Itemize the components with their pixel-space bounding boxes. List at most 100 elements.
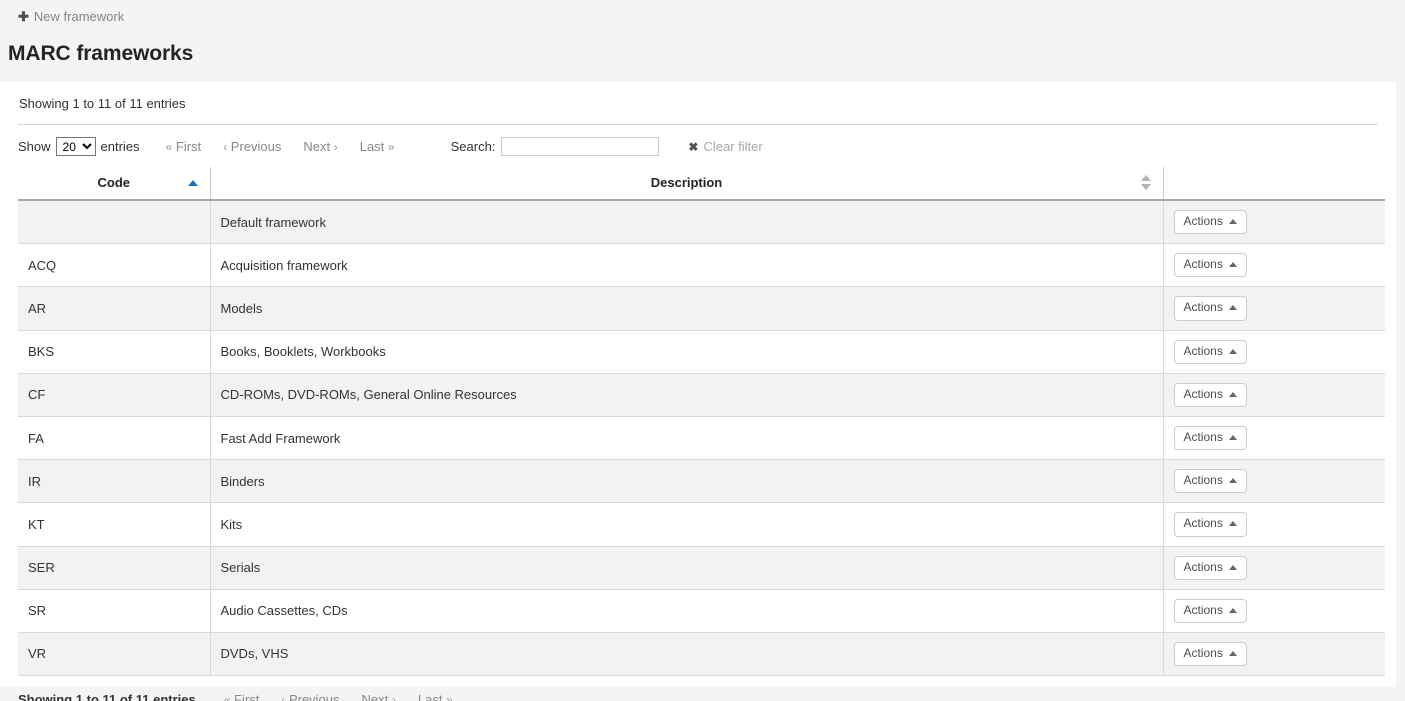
actions-button[interactable]: Actions — [1173, 339, 1247, 364]
actions-button-label: Actions — [1183, 602, 1223, 617]
cell-code: KT — [18, 502, 211, 547]
actions-button[interactable]: Actions — [1173, 641, 1247, 667]
actions-button[interactable]: Actions — [1173, 425, 1247, 451]
cell-actions: Actions — [1163, 330, 1385, 374]
actions-button[interactable]: Actions — [1173, 555, 1247, 580]
actions-button[interactable]: Actions — [1173, 598, 1247, 623]
actions-button-label: Actions — [1183, 257, 1223, 272]
cell-code: SER — [18, 546, 211, 590]
cell-description: CD-ROMs, DVD-ROMs, General Online Resour… — [210, 373, 1164, 417]
plus-icon: ✚ — [18, 9, 29, 24]
chevron-left-icon: ‹ — [281, 693, 286, 701]
caret-up-icon — [1228, 521, 1237, 527]
search-input[interactable] — [501, 137, 660, 156]
pagination-first-label: First — [175, 139, 202, 154]
actions-button-label: Actions — [1183, 429, 1223, 444]
actions-button[interactable]: Actions — [1173, 253, 1247, 278]
table-info-bottom: Showing 1 to 11 of 11 entries — [18, 692, 196, 701]
pagination-previous-bottom[interactable]: ‹ Previous — [281, 692, 339, 701]
cell-actions: Actions — [1163, 200, 1385, 245]
actions-button[interactable]: Actions — [1173, 210, 1247, 235]
cell-actions: Actions — [1163, 546, 1385, 590]
table-row: AR Models Actions — [18, 286, 1385, 331]
table-body: Default framework Actions ACQ Acquisition f… — [18, 200, 1385, 677]
caret-up-icon — [1228, 435, 1237, 441]
page-title: MARC frameworks — [0, 36, 1405, 82]
table-row: CF CD-ROMs, DVD-ROMs, General Online Reso… — [18, 373, 1385, 417]
pagination-next-label: Next — [303, 139, 331, 154]
chevron-right-icon: › — [391, 693, 396, 701]
caret-up-icon — [1228, 348, 1237, 354]
caret-up-icon — [1228, 607, 1237, 613]
cell-actions: Actions — [1163, 502, 1385, 547]
pagination-last-bottom[interactable]: Last » — [418, 692, 453, 701]
pagination-previous-label: Previous — [288, 692, 340, 701]
pagination-last-top[interactable]: Last » — [360, 139, 395, 154]
new-framework-button[interactable]: ✚ New framework — [18, 9, 124, 24]
column-header-code-label: Code — [97, 175, 131, 190]
caret-up-icon — [1228, 564, 1237, 570]
cell-description: Default framework — [210, 200, 1164, 245]
show-label: Show — [18, 139, 51, 154]
actions-button-label: Actions — [1183, 516, 1223, 531]
cell-code: FA — [18, 416, 211, 461]
frameworks-table: Code Description Default framework Action… — [18, 167, 1385, 677]
table-row: BKS Books, Booklets, Workbooks Actions — [18, 330, 1385, 374]
actions-button-label: Actions — [1183, 473, 1223, 488]
column-header-code[interactable]: Code — [18, 167, 211, 201]
sort-ascending-icon — [187, 180, 198, 186]
table-row: SER Serials Actions — [18, 546, 1385, 590]
cell-actions: Actions — [1163, 459, 1385, 504]
caret-up-icon — [1228, 478, 1237, 484]
content-panel: Showing 1 to 11 of 11 entries Show 20 en… — [0, 82, 1396, 701]
table-info-top: Showing 1 to 11 of 11 entries — [19, 96, 186, 111]
entries-label: entries — [100, 139, 140, 154]
pagination-next-top[interactable]: Next › — [303, 139, 337, 154]
column-header-description-label: Description — [650, 175, 723, 190]
table-row: ACQ Acquisition framework Actions — [18, 243, 1385, 288]
actions-button-label: Actions — [1183, 386, 1223, 401]
page-length-select[interactable]: 20 — [55, 137, 96, 156]
caret-up-icon — [1228, 391, 1237, 397]
cell-code: VR — [18, 632, 211, 677]
cell-code: IR — [18, 459, 211, 504]
cell-actions: Actions — [1163, 243, 1385, 288]
clear-filter-label: Clear filter — [703, 139, 763, 154]
pagination-top: « First ‹ Previous Next › Last » — [166, 139, 395, 154]
actions-button-label: Actions — [1183, 559, 1223, 574]
table-footer: Showing 1 to 11 of 11 entries « First ‹ … — [18, 676, 1378, 701]
table-row: SR Audio Cassettes, CDs Actions — [18, 589, 1385, 633]
cell-description: Acquisition framework — [210, 243, 1164, 288]
page-toolbar: ✚ New framework — [0, 0, 1405, 36]
search-control: Search: — [451, 137, 660, 156]
cell-description: Binders — [210, 459, 1164, 504]
pagination-bottom: « First ‹ Previous Next › Last » — [224, 692, 453, 701]
close-icon: ✖ — [688, 139, 699, 154]
table-row: Default framework Actions — [18, 200, 1385, 245]
pagination-next-label: Next — [361, 692, 389, 701]
pagination-first-label: First — [234, 692, 260, 701]
chevron-left-icon: ‹ — [223, 140, 228, 154]
cell-code: BKS — [18, 330, 211, 374]
caret-up-icon — [1228, 219, 1237, 225]
actions-button[interactable]: Actions — [1173, 512, 1247, 537]
actions-button[interactable]: Actions — [1173, 469, 1247, 494]
cell-code: AR — [18, 286, 211, 331]
pagination-next-bottom[interactable]: Next › — [362, 692, 396, 701]
pagination-first-bottom[interactable]: « First — [224, 692, 260, 701]
cell-actions: Actions — [1163, 286, 1385, 331]
actions-button[interactable]: Actions — [1173, 382, 1247, 407]
actions-button[interactable]: Actions — [1173, 296, 1247, 321]
cell-actions: Actions — [1163, 589, 1385, 633]
cell-code: ACQ — [18, 243, 211, 288]
column-header-actions — [1163, 167, 1385, 201]
table-row: FA Fast Add Framework Actions — [18, 416, 1385, 461]
cell-description: Serials — [210, 546, 1164, 590]
double-left-icon: « — [223, 693, 231, 701]
cell-description: Books, Booklets, Workbooks — [210, 330, 1164, 374]
column-header-description[interactable]: Description — [210, 167, 1164, 201]
pagination-previous-top[interactable]: ‹ Previous — [223, 139, 281, 154]
search-label: Search: — [450, 139, 496, 154]
clear-filter-button[interactable]: ✖ Clear filter — [688, 139, 762, 154]
pagination-first-top[interactable]: « First — [166, 139, 202, 154]
